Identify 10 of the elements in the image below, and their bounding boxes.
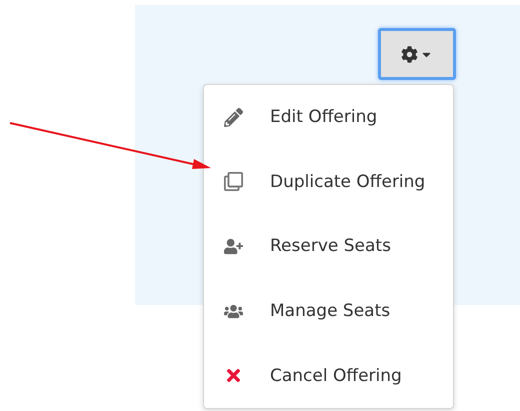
menu-item[interactable]: Edit Offering (204, 85, 453, 150)
pencil-icon (224, 108, 243, 127)
settings-dropdown-button[interactable] (378, 28, 456, 80)
user-plus-icon (224, 236, 243, 256)
menu-item[interactable]: Cancel Offering (204, 343, 453, 408)
copy-icon (224, 172, 243, 192)
menu-item[interactable]: Duplicate Offering (204, 150, 453, 214)
menu-item[interactable]: Reserve Seats (204, 214, 453, 279)
settings-icon (401, 46, 418, 62)
menu-item[interactable]: Manage Seats (204, 278, 453, 344)
